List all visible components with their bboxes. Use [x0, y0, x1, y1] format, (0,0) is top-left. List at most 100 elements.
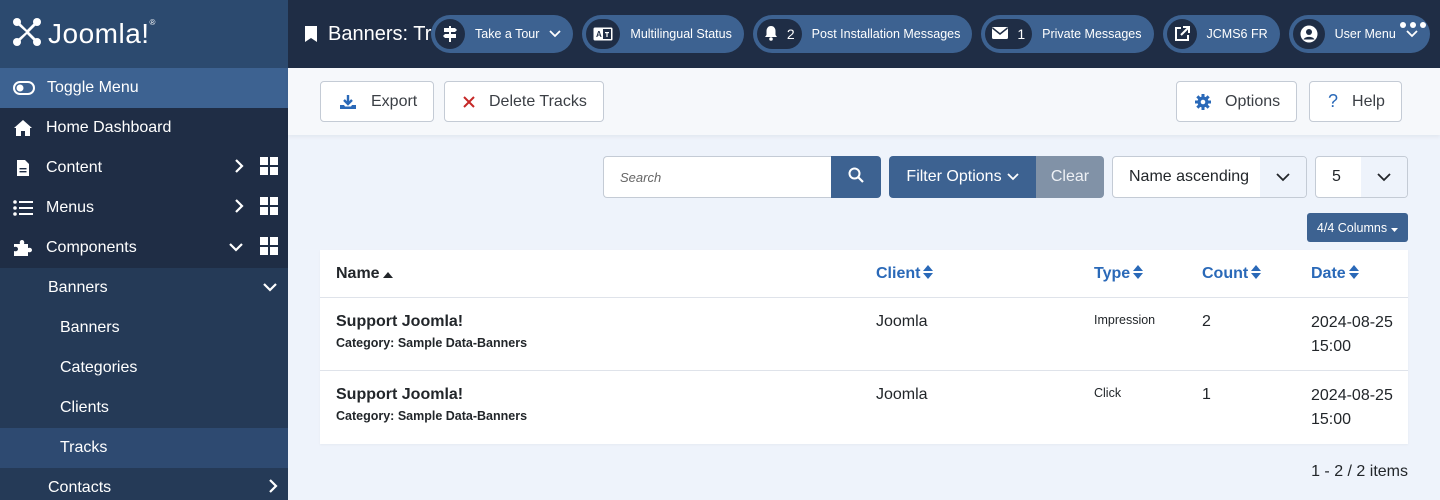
more-menu-icon[interactable] — [1400, 22, 1426, 28]
column-header-date[interactable]: Date — [1311, 250, 1359, 298]
cell-date: 2024-08-25 15:00 — [1311, 384, 1393, 432]
toggle-icon — [12, 81, 36, 95]
download-icon — [339, 94, 357, 110]
chevron-down-icon — [1006, 168, 1019, 186]
sort-icon — [1348, 264, 1359, 284]
file-icon — [12, 159, 34, 177]
sidebar-item-label: Content — [46, 159, 103, 176]
banner-category: Category: Sample Data-Banners — [336, 409, 528, 423]
svg-text:A: A — [596, 30, 602, 39]
chevron-down-icon — [1361, 157, 1407, 197]
filter-options-button[interactable]: Filter Options — [889, 156, 1036, 198]
column-header-count[interactable]: Count — [1202, 250, 1262, 298]
post-installation-messages-button[interactable]: 2 Post Installation Messages — [752, 15, 973, 53]
columns-toggle-button[interactable]: 4/4 Columns — [1307, 213, 1408, 242]
page-title-text: Banners: Tracks — [328, 22, 444, 45]
cell-client: Joomla — [876, 386, 928, 403]
sidebar-item-label: Home Dashboard — [46, 119, 172, 136]
column-header-type[interactable]: Type — [1094, 250, 1144, 298]
bookmark-icon — [304, 25, 318, 43]
pagination-info: 1 - 2 / 2 items — [1311, 463, 1408, 480]
clear-button[interactable]: Clear — [1036, 156, 1104, 198]
help-button[interactable]: ? Help — [1309, 81, 1402, 122]
private-messages-button[interactable]: 1 Private Messages — [981, 15, 1154, 53]
bell-icon — [764, 25, 778, 44]
search-input[interactable] — [603, 156, 831, 198]
ordering-value: Name ascending — [1129, 168, 1250, 185]
pill-label: Post Installation Messages — [811, 27, 961, 41]
date-value: 2024-08-25 — [1311, 387, 1393, 404]
chevron-down-icon[interactable] — [228, 239, 244, 257]
sidebar-item-banners[interactable]: Banners — [0, 308, 288, 348]
sidebar-item-label: Menus — [46, 199, 95, 216]
table-row: Support Joomla! Category: Sample Data-Ba… — [320, 371, 1408, 444]
site-link-button[interactable]: JCMS6 FR — [1162, 15, 1280, 53]
close-icon — [463, 95, 475, 108]
limit-select[interactable]: 5 — [1315, 156, 1408, 198]
time-value: 15:00 — [1311, 338, 1352, 355]
column-header-client[interactable]: Client — [876, 250, 934, 298]
sidebar-item-label: Components — [46, 239, 137, 256]
column-label: Client — [876, 265, 921, 282]
toggle-menu-button[interactable]: Toggle Menu — [0, 68, 288, 108]
chevron-down-icon[interactable] — [262, 279, 278, 297]
multilingual-status-button[interactable]: A Multilingual Status — [582, 15, 744, 53]
toolbar: Export Delete Tracks Options ? Help — [288, 68, 1440, 135]
search-button[interactable] — [831, 156, 881, 198]
pill-label: Private Messages — [1042, 27, 1142, 41]
cell-name: Support Joomla! Category: Sample Data-Ba… — [336, 313, 527, 350]
joomla-logo[interactable]: Joomla!® — [0, 0, 288, 68]
ordering-select[interactable]: Name ascending — [1112, 156, 1307, 198]
sidebar: Joomla!® Toggle Menu Home Dashboard Cont… — [0, 0, 288, 500]
search-icon — [848, 167, 864, 188]
column-label: Name — [336, 265, 380, 282]
notification-count: 2 — [786, 26, 795, 42]
cell-count: 2 — [1202, 313, 1211, 330]
chevron-down-icon — [1406, 30, 1418, 38]
pill-label: Multilingual Status — [630, 27, 732, 41]
sidebar-item-components[interactable]: Components — [0, 228, 288, 268]
export-button[interactable]: Export — [320, 81, 435, 122]
sidebar-item-clients[interactable]: Clients — [0, 388, 288, 428]
header-pills: Take a Tour A Multilingual Status 2 Post… — [431, 15, 1430, 53]
tracks-table: Name Client Type Count Date Support Joom… — [320, 250, 1408, 444]
puzzle-icon — [12, 239, 34, 257]
user-menu-button[interactable]: User Menu — [1288, 15, 1430, 53]
column-label: Date — [1311, 265, 1346, 282]
time-value: 15:00 — [1311, 411, 1352, 428]
pill-label: JCMS6 FR — [1206, 27, 1268, 41]
sort-icon — [1133, 264, 1144, 284]
sidebar-item-banners-group[interactable]: Banners — [0, 268, 288, 308]
take-a-tour-button[interactable]: Take a Tour — [431, 15, 574, 53]
sort-icon — [923, 264, 934, 284]
sidebar-item-label: Categories — [60, 359, 138, 376]
dashboard-grid-icon[interactable] — [260, 236, 278, 260]
components-submenu: Banners Banners Categories Clients Track… — [0, 268, 288, 500]
sidebar-item-contacts[interactable]: Contacts — [0, 468, 288, 500]
banner-name: Support Joomla! — [336, 386, 464, 403]
sidebar-item-label: Tracks — [60, 439, 108, 456]
sidebar-item-home-dashboard[interactable]: Home Dashboard — [0, 108, 288, 148]
sidebar-item-content[interactable]: Content — [0, 148, 288, 188]
sidebar-item-menus[interactable]: Menus — [0, 188, 288, 228]
column-header-name[interactable]: Name — [336, 250, 393, 298]
dashboard-grid-icon[interactable] — [260, 196, 278, 220]
sidebar-item-categories[interactable]: Categories — [0, 348, 288, 388]
page-title: Banners: Tracks — [304, 0, 444, 68]
pill-badge: 2 — [756, 19, 802, 49]
chevron-right-icon[interactable] — [234, 158, 244, 179]
delete-tracks-button[interactable]: Delete Tracks — [444, 81, 604, 122]
column-label: Count — [1202, 265, 1249, 282]
sidebar-item-tracks[interactable]: Tracks — [0, 428, 288, 468]
chevron-down-icon — [1260, 157, 1306, 197]
help-label: Help — [1352, 92, 1385, 110]
language-icon: A — [586, 19, 621, 49]
chevron-right-icon[interactable] — [268, 478, 278, 499]
delete-label: Delete Tracks — [489, 92, 587, 110]
question-icon: ? — [1328, 91, 1339, 111]
options-button[interactable]: Options — [1176, 81, 1298, 122]
table-header: Name Client Type Count Date — [320, 250, 1408, 298]
chevron-right-icon[interactable] — [234, 198, 244, 219]
pill-label: Take a Tour — [475, 27, 540, 41]
dashboard-grid-icon[interactable] — [260, 156, 278, 180]
